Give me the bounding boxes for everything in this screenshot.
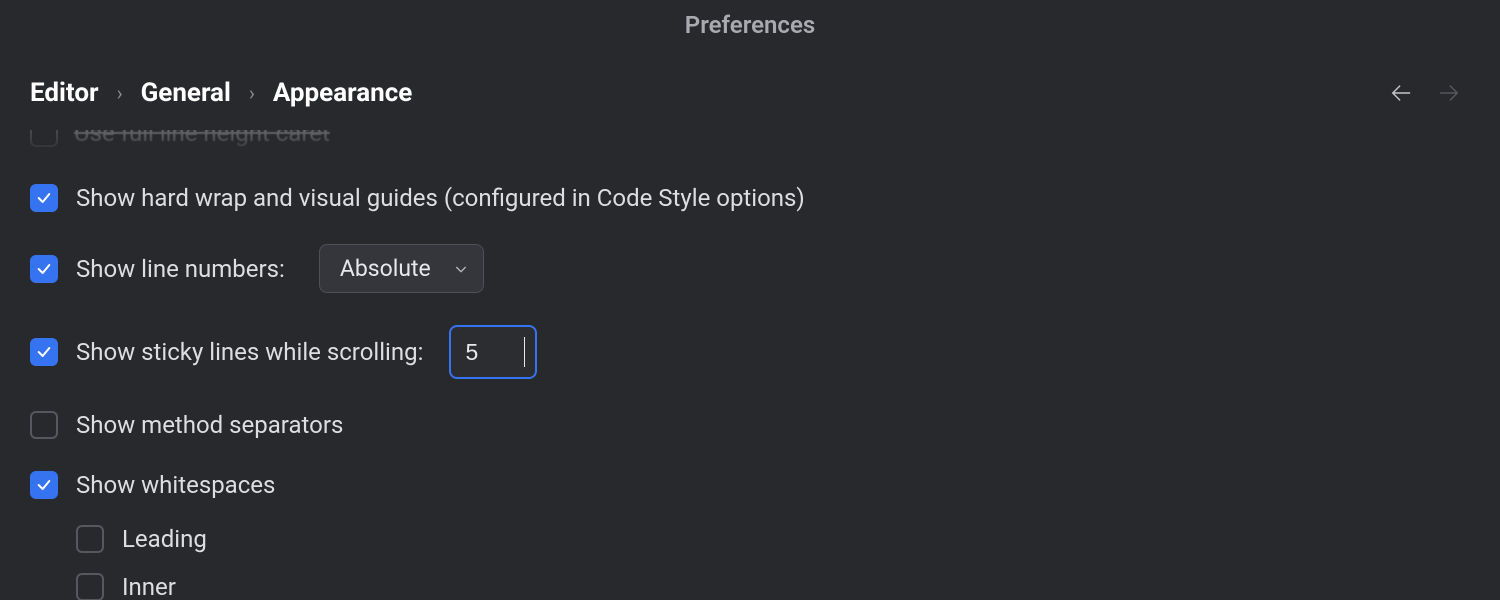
- nav-forward-button[interactable]: [1436, 82, 1462, 104]
- breadcrumb-separator: ›: [117, 81, 123, 105]
- breadcrumb-item-appearance[interactable]: Appearance: [273, 78, 412, 108]
- arrow-right-icon: [1436, 82, 1462, 104]
- checkbox-hard-wrap[interactable]: [30, 184, 58, 212]
- option-label-whitespaces-leading: Leading: [122, 525, 207, 553]
- option-row-sticky-lines: Show sticky lines while scrolling:: [30, 309, 1470, 395]
- option-row-whitespaces: Show whitespaces: [30, 455, 1470, 515]
- content-pane: Use full line height caret Show hard wra…: [0, 130, 1500, 600]
- arrow-left-icon: [1388, 82, 1414, 104]
- option-label-cutoff: Use full line height caret: [74, 130, 330, 147]
- sticky-lines-input[interactable]: [449, 325, 537, 379]
- checkbox-sticky-lines[interactable]: [30, 338, 58, 366]
- option-row-hard-wrap: Show hard wrap and visual guides (config…: [30, 168, 1470, 228]
- breadcrumb-separator: ›: [249, 81, 255, 105]
- checkbox-method-separators[interactable]: [30, 411, 58, 439]
- line-numbers-select[interactable]: Absolute: [319, 244, 484, 293]
- option-row-method-separators: Show method separators: [30, 395, 1470, 455]
- nav-arrows: [1388, 82, 1470, 104]
- breadcrumb-item-editor[interactable]: Editor: [30, 78, 99, 108]
- nav-back-button[interactable]: [1388, 82, 1414, 104]
- option-row-whitespaces-inner: Inner: [30, 563, 1470, 600]
- window-title: Preferences: [0, 0, 1500, 50]
- checkbox-full-line-height-caret[interactable]: [30, 130, 58, 147]
- option-row-whitespaces-leading: Leading: [30, 515, 1470, 563]
- checkbox-whitespaces[interactable]: [30, 471, 58, 499]
- option-label-line-numbers: Show line numbers:: [76, 255, 285, 283]
- option-label-whitespaces-inner: Inner: [122, 573, 176, 600]
- option-label-sticky-lines: Show sticky lines while scrolling:: [76, 338, 423, 366]
- checkbox-whitespaces-inner[interactable]: [76, 573, 104, 600]
- option-label-whitespaces: Show whitespaces: [76, 471, 275, 499]
- breadcrumb-item-general[interactable]: General: [141, 78, 231, 108]
- option-row-line-numbers: Show line numbers: Absolute: [30, 228, 1470, 309]
- option-label-method-separators: Show method separators: [76, 411, 343, 439]
- option-row-cutoff: Use full line height caret: [30, 130, 1470, 160]
- select-value: Absolute: [340, 255, 431, 282]
- breadcrumb: Editor › General › Appearance: [30, 78, 1388, 108]
- option-label-hard-wrap: Show hard wrap and visual guides (config…: [76, 184, 805, 212]
- chevron-down-icon: [453, 261, 469, 277]
- header: Editor › General › Appearance: [0, 50, 1500, 130]
- checkbox-line-numbers[interactable]: [30, 255, 58, 283]
- checkbox-whitespaces-leading[interactable]: [76, 525, 104, 553]
